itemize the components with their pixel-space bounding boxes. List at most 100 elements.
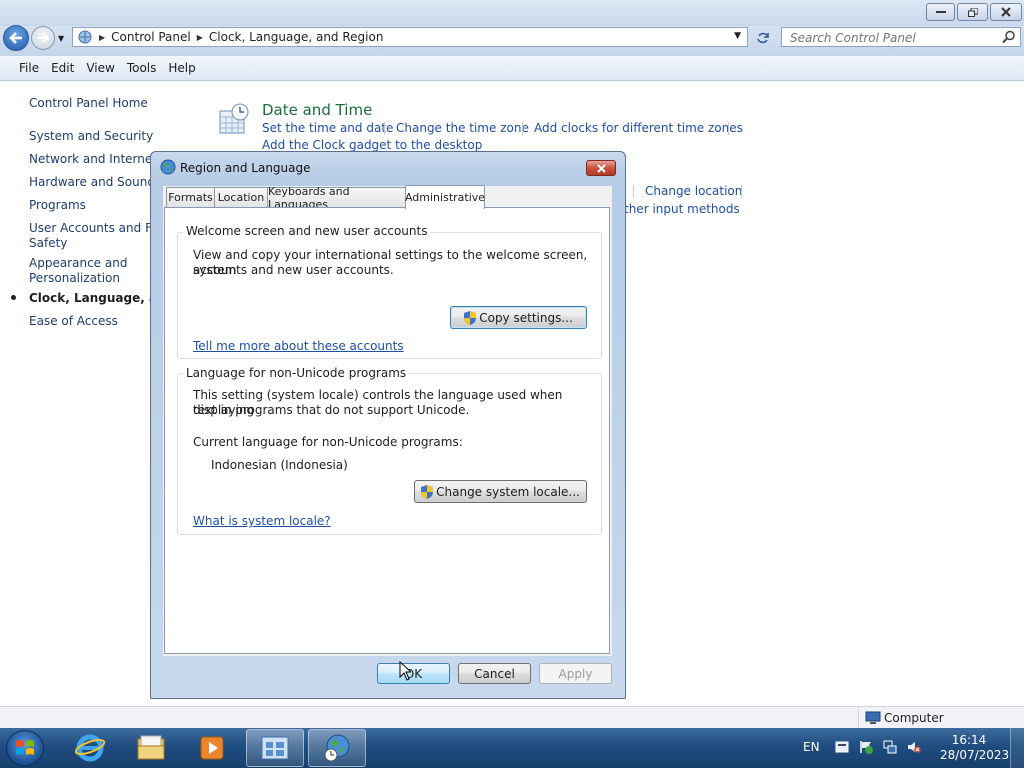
nav-system-security[interactable]: System and Security <box>29 129 153 144</box>
non-unicode-group-label: Language for non-Unicode programs <box>183 366 410 380</box>
nav-programs[interactable]: Programs <box>29 198 86 213</box>
recent-pages-chevron-icon[interactable]: ▼ <box>58 34 64 43</box>
windows-logo-icon <box>16 740 34 755</box>
search-input[interactable] <box>788 30 992 46</box>
breadcrumb-control-panel[interactable]: Control Panel <box>111 30 191 44</box>
globe-icon <box>160 159 176 175</box>
nav-ease-of-access[interactable]: Ease of Access <box>29 314 118 329</box>
menu-tools[interactable]: Tools <box>127 61 157 75</box>
copy-settings-label: Copy settings... <box>479 310 573 325</box>
close-icon <box>596 163 606 173</box>
tab-formats[interactable]: Formats <box>166 187 215 207</box>
current-language-label: Current language for non-Unicode program… <box>193 435 463 449</box>
dialog-close-button[interactable] <box>586 160 616 176</box>
menu-edit[interactable]: Edit <box>51 61 74 75</box>
menu-view[interactable]: View <box>86 61 114 75</box>
computer-icon <box>865 711 881 724</box>
close-window-button[interactable] <box>990 3 1022 21</box>
media-player-icon <box>200 736 224 760</box>
change-system-locale-button[interactable]: Change system locale... <box>414 480 587 503</box>
menu-file[interactable]: File <box>19 61 39 75</box>
keyboard-tray-icon[interactable] <box>835 740 849 754</box>
taskbar-region-language[interactable] <box>308 729 366 767</box>
show-desktop-button[interactable] <box>1010 728 1024 768</box>
link-divider <box>522 122 523 135</box>
back-button[interactable] <box>3 25 29 51</box>
taskbar: EN 16:14 28/07/2023 <box>0 728 1024 768</box>
current-language-value: Indonesian (Indonesia) <box>211 458 348 472</box>
ok-button[interactable]: OK <box>377 663 450 684</box>
set-time-date-link[interactable]: Set the time and date <box>262 121 393 135</box>
globe-clock-icon <box>324 734 350 762</box>
link-divider <box>741 185 742 198</box>
internet-explorer-icon <box>75 734 105 762</box>
tab-keyboards-languages[interactable]: Keyboards and Languages <box>267 185 407 211</box>
minimize-icon <box>935 11 946 13</box>
breadcrumb-separator-icon: ▶ <box>99 32 106 42</box>
taskbar-media-player[interactable] <box>183 729 241 767</box>
folder-icon <box>137 735 165 760</box>
menu-help[interactable]: Help <box>168 61 195 75</box>
apply-button[interactable]: Apply <box>539 663 612 684</box>
clock-time: 16:14 <box>951 733 987 747</box>
control-panel-icon <box>78 30 92 44</box>
nav-user-accounts[interactable]: User Accounts and Fan <box>29 221 166 236</box>
other-input-methods-link[interactable]: ther input methods <box>624 202 740 216</box>
clock[interactable]: 16:14 28/07/2023 <box>940 733 1010 763</box>
copy-settings-button[interactable]: Copy settings... <box>450 306 587 329</box>
clock-date: 28/07/2023 <box>940 748 1010 762</box>
forward-button[interactable] <box>31 26 55 50</box>
minimize-button[interactable] <box>926 3 955 21</box>
address-bar[interactable]: ▶ Control Panel ▶ Clock, Language, and R… <box>72 27 748 47</box>
uac-shield-icon <box>464 310 477 325</box>
restore-icon <box>967 7 978 17</box>
restore-button[interactable] <box>957 3 988 21</box>
date-time-heading[interactable]: Date and Time <box>262 101 372 119</box>
taskbar-explorer[interactable] <box>122 729 180 767</box>
start-button[interactable] <box>6 730 44 766</box>
add-clock-gadget-link[interactable]: Add the Clock gadget to the desktop <box>262 138 482 152</box>
refresh-icon <box>757 32 769 44</box>
breadcrumb-separator-icon: ▶ <box>196 32 203 42</box>
nav-control-panel-home[interactable]: Control Panel Home <box>29 96 148 111</box>
network-tray-icon[interactable] <box>883 740 897 754</box>
link-divider <box>728 122 729 135</box>
address-dropdown-icon[interactable]: ▼ <box>734 31 741 41</box>
breadcrumb-clock-language-region[interactable]: Clock, Language, and Region <box>209 30 384 44</box>
nav-hardware-sound[interactable]: Hardware and Sound <box>29 175 155 190</box>
calendar-clock-icon <box>219 103 249 134</box>
tab-location[interactable]: Location <box>214 187 268 207</box>
tell-me-more-link[interactable]: Tell me more about these accounts <box>193 339 404 353</box>
back-arrow-icon <box>9 32 22 44</box>
nav-appearance-line2[interactable]: Personalization <box>29 271 120 286</box>
welcome-description-line2: accounts and new user accounts. <box>193 263 394 277</box>
link-divider <box>384 122 385 135</box>
taskbar-internet-explorer[interactable] <box>61 729 119 767</box>
menu-bar: File Edit View Tools Help <box>0 56 1024 81</box>
taskbar-control-panel[interactable] <box>246 729 304 767</box>
input-language-indicator[interactable]: EN <box>803 740 820 754</box>
status-computer-label: Computer <box>884 711 944 725</box>
cancel-button[interactable]: Cancel <box>458 663 531 684</box>
refresh-button[interactable] <box>753 29 773 47</box>
search-icon[interactable] <box>1002 30 1016 44</box>
search-box[interactable] <box>781 27 1021 47</box>
status-divider <box>858 707 859 729</box>
tab-administrative[interactable]: Administrative <box>405 185 485 209</box>
link-divider <box>633 185 634 198</box>
add-clocks-link[interactable]: Add clocks for different time zones <box>534 121 743 135</box>
close-icon <box>1001 7 1011 17</box>
nav-appearance[interactable]: Appearance and <box>29 256 127 271</box>
nav-user-accounts-line2[interactable]: Safety <box>29 236 67 251</box>
change-location-link[interactable]: Change location <box>645 184 742 198</box>
non-unicode-description-line2: text in programs that do not support Uni… <box>193 403 470 417</box>
change-time-zone-link[interactable]: Change the time zone <box>396 121 529 135</box>
nav-network-internet[interactable]: Network and Internet <box>29 152 157 167</box>
what-is-system-locale-link[interactable]: What is system locale? <box>193 514 331 528</box>
forward-arrow-icon <box>38 33 49 43</box>
volume-muted-icon[interactable] <box>907 740 921 754</box>
dialog-title: Region and Language <box>180 161 311 175</box>
action-center-flag-icon[interactable] <box>859 740 873 754</box>
mouse-cursor-icon <box>399 661 411 681</box>
welcome-group-label: Welcome screen and new user accounts <box>183 224 431 238</box>
